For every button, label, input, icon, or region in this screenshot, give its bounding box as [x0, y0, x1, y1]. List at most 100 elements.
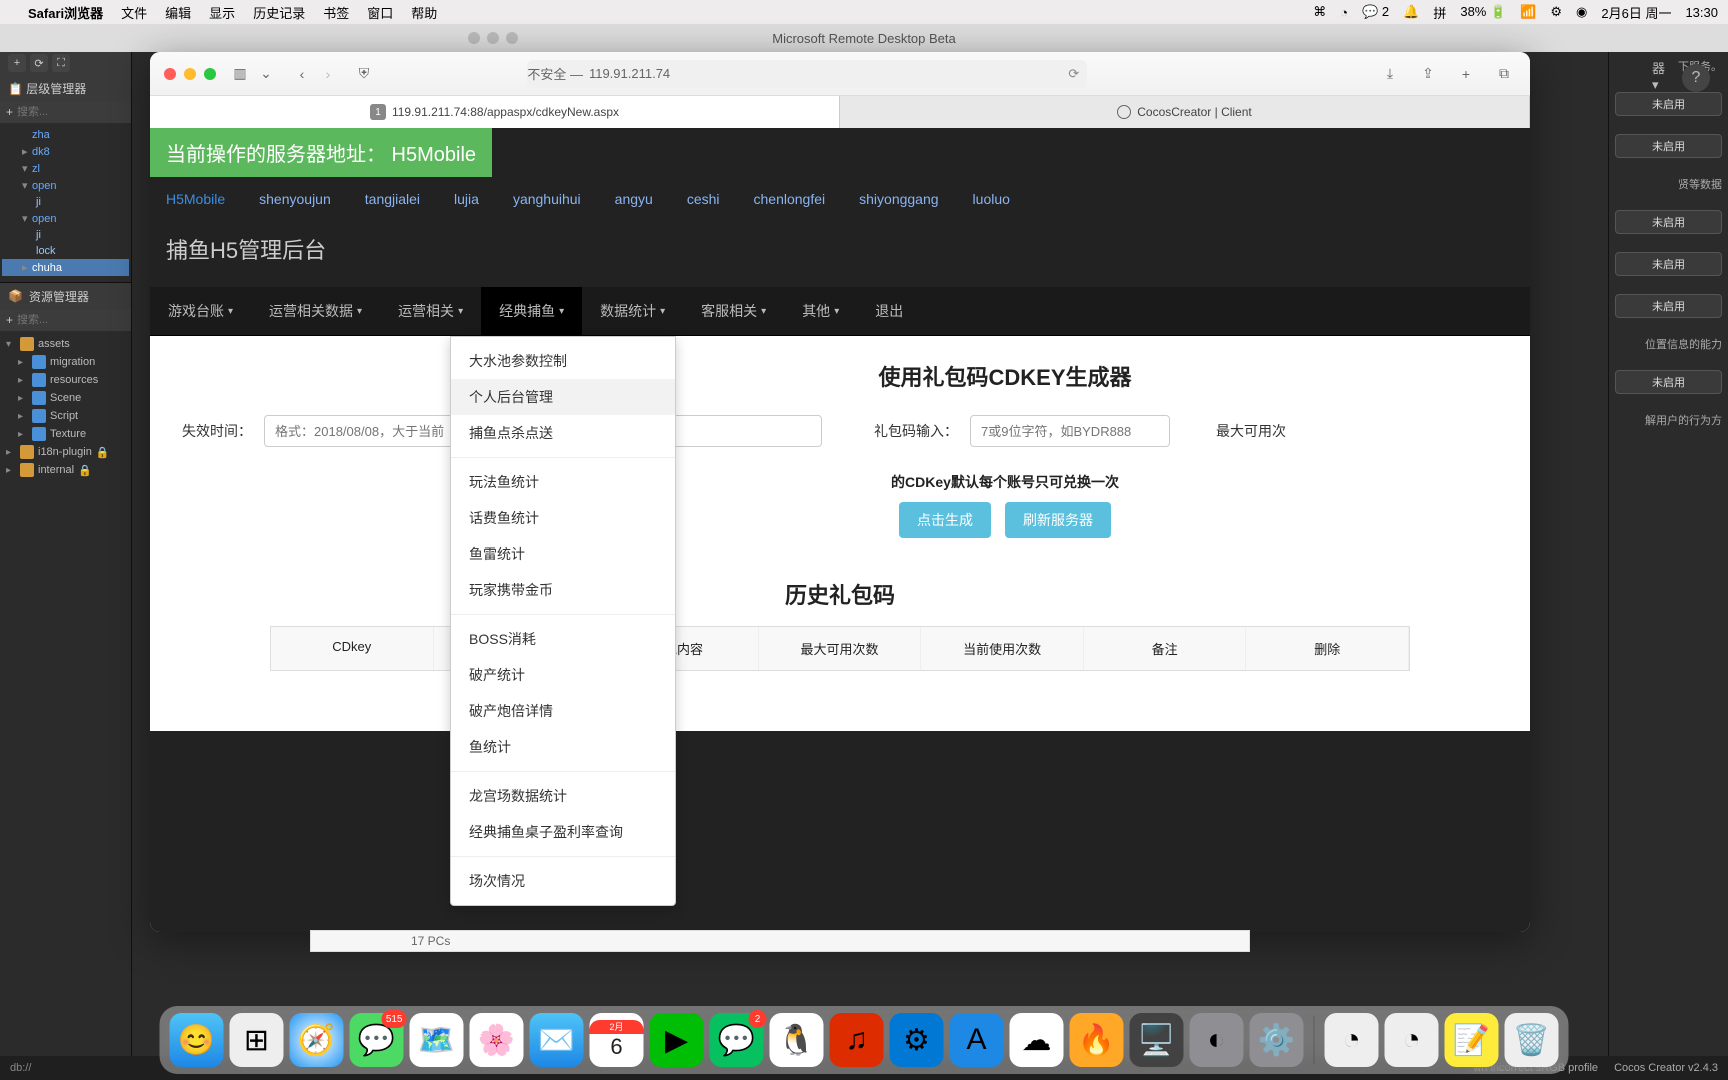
share-icon[interactable]: ⇪	[1416, 62, 1440, 86]
settings-icon[interactable]: ⚙️	[1250, 1013, 1304, 1067]
date[interactable]: 2月6日 周一	[1601, 3, 1671, 22]
menu-help[interactable]: 帮助	[411, 3, 437, 22]
server-link[interactable]: angyu	[615, 191, 653, 207]
nav-item[interactable]: 游戏台账▾	[150, 287, 251, 335]
dropdown-item[interactable]: 玩家携带金币	[451, 572, 675, 608]
new-node-icon[interactable]: +	[8, 54, 26, 72]
wifi-icon[interactable]: 📶	[1520, 4, 1536, 20]
code-input[interactable]	[970, 415, 1170, 447]
launchpad-icon[interactable]: ⊞	[230, 1013, 284, 1067]
dropdown-item[interactable]: BOSS消耗	[451, 621, 675, 657]
server-link[interactable]: yanghuihui	[513, 191, 581, 207]
enable-button[interactable]: 未启用	[1615, 370, 1722, 394]
server-link[interactable]: H5Mobile	[166, 191, 225, 207]
tab-2[interactable]: CocosCreator | Client	[840, 96, 1530, 128]
chevron-down-icon[interactable]: ⌄	[254, 62, 278, 86]
enable-button[interactable]: 未启用	[1615, 134, 1722, 158]
control-center-icon[interactable]: ⚙	[1550, 4, 1562, 20]
dropdown-item[interactable]: 破产炮倍详情	[451, 693, 675, 729]
nav-item-logout[interactable]: 退出	[857, 287, 921, 335]
dropdown-item[interactable]: 破产统计	[451, 657, 675, 693]
shield-icon[interactable]: ⛨	[352, 62, 376, 86]
photos-icon[interactable]: 🌸	[470, 1013, 524, 1067]
enable-button[interactable]: 未启用	[1615, 210, 1722, 234]
nav-item[interactable]: 运营相关▾	[380, 287, 481, 335]
nav-item-active[interactable]: 经典捕鱼▾	[481, 287, 582, 335]
dropdown-item[interactable]: 经典捕鱼桌子盈利率查询	[451, 814, 675, 850]
downloads-icon[interactable]: ⤓	[1378, 62, 1402, 86]
trash-icon[interactable]: 🗑️	[1505, 1013, 1559, 1067]
enable-button[interactable]: 未启用	[1615, 252, 1722, 276]
menu-file[interactable]: 文件	[121, 3, 147, 22]
menu-view[interactable]: 显示	[209, 3, 235, 22]
add-asset-icon[interactable]: +	[6, 313, 13, 327]
window-controls[interactable]	[164, 68, 216, 80]
tabs-overview-icon[interactable]: ⧉	[1492, 62, 1516, 86]
notification-icon[interactable]: 🔔	[1403, 4, 1419, 20]
app-icon[interactable]: ◐	[1190, 1013, 1244, 1067]
assets-search[interactable]	[17, 314, 159, 326]
maps-icon[interactable]: 🗺️	[410, 1013, 464, 1067]
finder-icon[interactable]: 😊	[170, 1013, 224, 1067]
server-link[interactable]: luoluo	[973, 191, 1010, 207]
appstore-icon[interactable]: A	[950, 1013, 1004, 1067]
nav-item[interactable]: 其他▾	[784, 287, 857, 335]
server-link[interactable]: lujia	[454, 191, 479, 207]
hierarchy-search[interactable]	[17, 106, 159, 118]
qq-icon[interactable]: 🐧	[770, 1013, 824, 1067]
address-bar[interactable]: 不安全 — 119.91.211.74 ⟳	[527, 60, 1087, 88]
server-link[interactable]: shiyonggang	[859, 191, 938, 207]
battery-status[interactable]: 38% 🔋	[1460, 4, 1506, 20]
messages-icon[interactable]: 💬515	[350, 1013, 404, 1067]
refresh-icon[interactable]: ⟳	[30, 54, 48, 72]
dropdown-item[interactable]: 捕鱼点杀点送	[451, 415, 675, 451]
generate-button[interactable]: 点击生成	[899, 502, 991, 538]
back-icon[interactable]: ‹	[290, 62, 314, 86]
menu-window[interactable]: 窗口	[367, 3, 393, 22]
mail-icon[interactable]: ✉️	[530, 1013, 584, 1067]
safari-dock-icon[interactable]: 🧭	[290, 1013, 344, 1067]
server-link[interactable]: tangjialei	[365, 191, 420, 207]
dropdown-item[interactable]: 玩法鱼统计	[451, 464, 675, 500]
dropdown-item[interactable]: 龙宫场数据统计	[451, 778, 675, 814]
menu-history[interactable]: 历史记录	[253, 3, 305, 22]
assets-tree[interactable]: ▾assets ▸migration ▸resources ▸Scene ▸Sc…	[0, 331, 131, 483]
baidu-disk-icon[interactable]: ☁	[1010, 1013, 1064, 1067]
help-icon[interactable]: ?	[1682, 64, 1710, 92]
reload-icon[interactable]: ⟳	[1068, 66, 1079, 82]
remote-desktop-icon[interactable]: 🖥️	[1130, 1013, 1184, 1067]
app-name[interactable]: Safari浏览器	[28, 3, 103, 22]
tab-1[interactable]: 1119.91.211.74:88/appaspx/cdkeyNew.aspx	[150, 96, 840, 128]
add-icon[interactable]: +	[6, 105, 13, 119]
server-link[interactable]: chenlongfei	[754, 191, 826, 207]
app-icon[interactable]: 🔥	[1070, 1013, 1124, 1067]
iqiyi-icon[interactable]: ▶	[650, 1013, 704, 1067]
status-icon[interactable]: ⌘	[1313, 4, 1326, 20]
enable-button[interactable]: 未启用	[1615, 294, 1722, 318]
server-link[interactable]: ceshi	[687, 191, 720, 207]
classic-fish-dropdown[interactable]: 大水池参数控制 个人后台管理 捕鱼点杀点送 玩法鱼统计 话费鱼统计 鱼雷统计 玩…	[450, 336, 676, 906]
app-icon[interactable]: ◔	[1325, 1013, 1379, 1067]
dropdown-item[interactable]: 大水池参数控制	[451, 343, 675, 379]
dropdown-item[interactable]: 场次情况	[451, 863, 675, 899]
netease-music-icon[interactable]: ♫	[830, 1013, 884, 1067]
calendar-icon[interactable]: 2月6	[590, 1013, 644, 1067]
hierarchy-tab[interactable]: 📋 层级管理器	[0, 76, 131, 101]
dropdown-item[interactable]: 个人后台管理	[451, 379, 675, 415]
refresh-server-button[interactable]: 刷新服务器	[1005, 502, 1111, 538]
menu-edit[interactable]: 编辑	[165, 3, 191, 22]
nav-item[interactable]: 客服相关▾	[683, 287, 784, 335]
forward-icon[interactable]: ›	[316, 62, 340, 86]
menu-bookmarks[interactable]: 书签	[323, 3, 349, 22]
wechat-icon[interactable]: 💬2	[710, 1013, 764, 1067]
hierarchy-tree[interactable]: zha ▸dk8 ▾zl ▾open ji ▾open ji lock ▸chu…	[0, 123, 131, 280]
server-link[interactable]: shenyoujun	[259, 191, 331, 207]
ime-icon[interactable]: 拼	[1433, 3, 1446, 22]
dropdown-item[interactable]: 话费鱼统计	[451, 500, 675, 536]
siri-icon[interactable]: ◉	[1576, 4, 1587, 20]
dropdown-item[interactable]: 鱼统计	[451, 729, 675, 765]
notes-icon[interactable]: 📝	[1445, 1013, 1499, 1067]
vscode-icon[interactable]: ⚙	[890, 1013, 944, 1067]
wechat-status-icon[interactable]: 💬 2	[1362, 4, 1389, 20]
nav-item[interactable]: 数据统计▾	[582, 287, 683, 335]
